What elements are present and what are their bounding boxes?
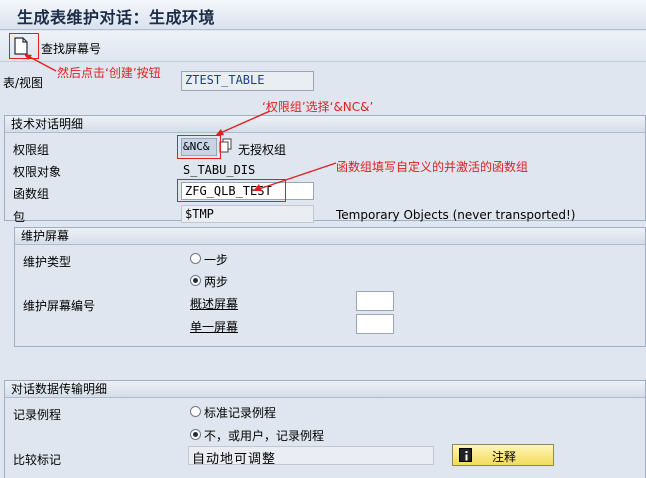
routine-none-radio[interactable] <box>190 429 201 440</box>
title-bar: 生成表维护对话：生成环境 <box>0 0 646 30</box>
single-screen-field[interactable] <box>356 314 394 334</box>
compare-field[interactable]: 自动地可调整 <box>188 446 434 465</box>
package-label: 包 <box>13 210 26 224</box>
function-group-label: 函数组 <box>13 187 50 201</box>
routine-std-radio[interactable] <box>190 406 201 417</box>
auth-group-label: 权限组 <box>13 143 50 157</box>
window-title: 生成表维护对话：生成环境 <box>17 8 216 27</box>
table-view-field: ZTEST_TABLE <box>181 71 314 91</box>
screen-number-label: 维护屏幕编号 <box>23 299 96 313</box>
table-view-label: 表/视图 <box>3 76 44 90</box>
package-field: $TMP <box>181 205 314 223</box>
toolbar: 查找屏幕号 <box>0 31 646 62</box>
auth-group-hint: ‘权限组’选择‘&NC&’ <box>262 100 374 114</box>
package-desc: Temporary Objects (never transported!) <box>336 208 576 222</box>
function-group-hint-arrow <box>253 162 337 191</box>
maint-type-two-radio[interactable] <box>190 275 201 286</box>
maint-type-one-label: 一步 <box>204 253 229 267</box>
maint-screen-group: 维护屏幕 <box>14 227 646 347</box>
overview-screen-field[interactable] <box>356 291 394 311</box>
create-hint: 然后点击‘创建’按钮 <box>57 66 161 80</box>
routine-std-label: 标准记录例程 <box>204 406 277 420</box>
overview-screen-label: 概述屏幕 <box>190 297 239 311</box>
copy-icon[interactable] <box>219 138 233 155</box>
auth-object-label: 权限对象 <box>13 165 62 179</box>
comment-button-label: 注释 <box>491 450 516 464</box>
routine-none-label: 不，或用户，记录例程 <box>204 429 325 443</box>
maint-type-one-radio[interactable] <box>190 253 201 264</box>
maint-type-label: 维护类型 <box>23 255 72 269</box>
routine-label: 记录例程 <box>13 408 62 422</box>
single-screen-label: 单一屏幕 <box>190 320 239 334</box>
auth-group-highlight <box>177 135 221 159</box>
function-group-hint: 函数组填写自定义的并激活的函数组 <box>336 160 529 174</box>
maint-screen-title: 维护屏幕 <box>15 228 645 245</box>
auth-group-desc: 无授权组 <box>238 143 287 157</box>
create-hint-arrow <box>24 54 57 72</box>
transfer-title: 对话数据传输明细 <box>5 381 645 398</box>
maint-type-two-label: 两步 <box>204 275 229 289</box>
tech-details-title: 技术对话明细 <box>5 116 645 133</box>
auth-object-value: S_TABU_DIS <box>183 163 256 177</box>
compare-label: 比较标记 <box>13 453 62 467</box>
comment-button[interactable]: 注释 <box>452 444 554 466</box>
